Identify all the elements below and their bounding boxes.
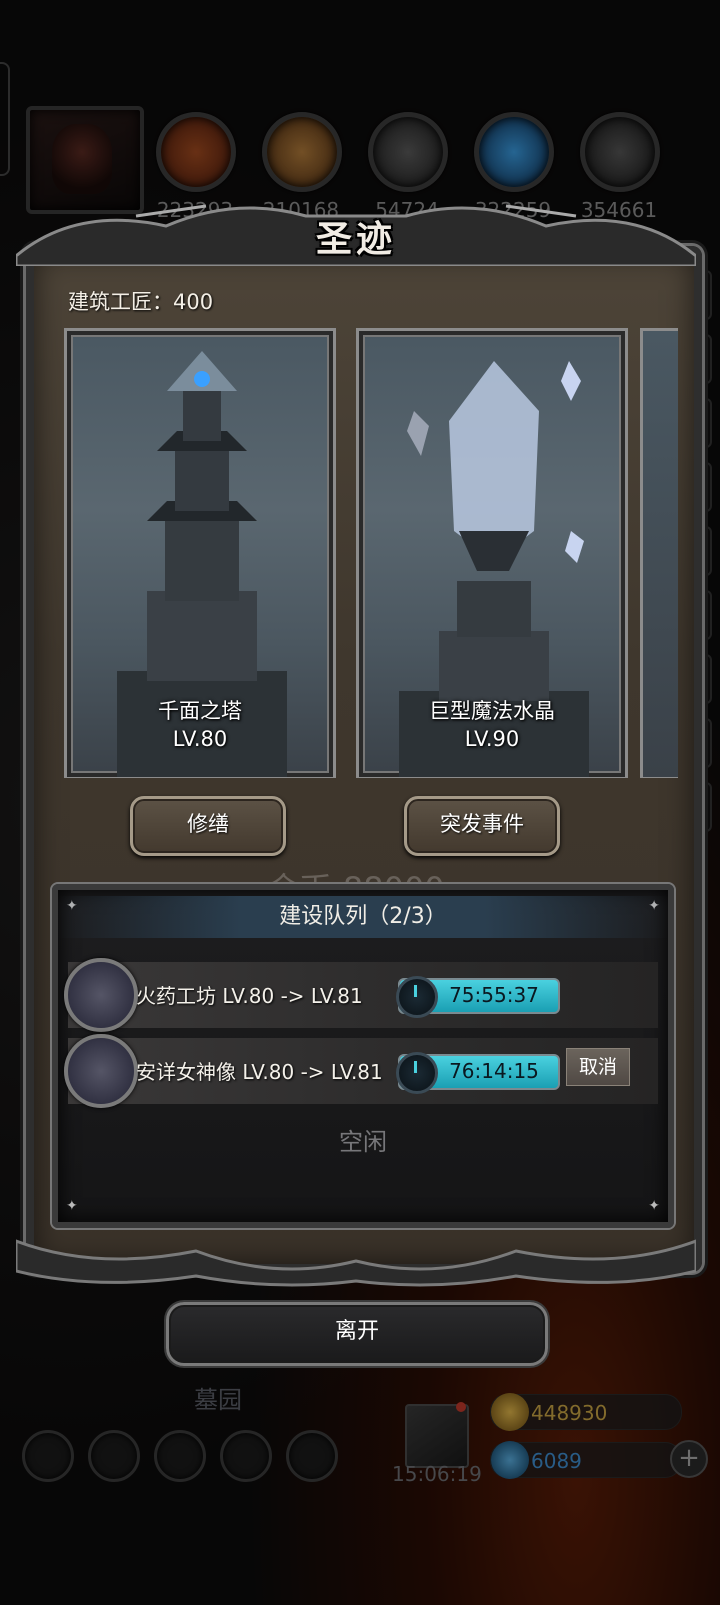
ornament-bottom <box>16 1239 696 1287</box>
relic-modal: 圣迹 建筑工匠：400 千面之塔 LV.80 巨型魔法水晶 LV.90 修缮 突… <box>16 196 702 1291</box>
workshop-icon <box>64 958 138 1032</box>
queue-header: 建设队列（2/3） <box>58 896 668 938</box>
clock-icon <box>396 1052 438 1094</box>
building-card-partial[interactable] <box>640 328 678 778</box>
modal-title: 圣迹 <box>315 218 396 260</box>
building-card[interactable]: 千面之塔 LV.80 <box>64 328 336 778</box>
queue-idle-slot[interactable]: 空闲 <box>58 1122 668 1157</box>
cancel-button[interactable]: 取消 <box>566 1048 630 1086</box>
building-level: LV.90 <box>464 727 520 751</box>
queue-item-text: 安详女神像 LV.80 -> LV.81 <box>136 1060 383 1084</box>
build-queue-panel: ✦ ✦ ✦ ✦ 建设队列（2/3） 火药工坊 LV.80 -> LV.81 75… <box>52 884 674 1228</box>
event-button[interactable]: 突发事件 <box>404 796 560 856</box>
building-name: 千面之塔 <box>158 699 242 723</box>
statue-icon <box>64 1034 138 1108</box>
timer-value: 75:55:37 <box>449 983 539 1007</box>
repair-button[interactable]: 修缮 <box>130 796 286 856</box>
building-name: 巨型魔法水晶 <box>429 699 555 723</box>
building-carousel[interactable]: 千面之塔 LV.80 巨型魔法水晶 LV.90 <box>64 328 678 778</box>
corner-star-icon: ✦ <box>66 1198 78 1214</box>
building-card[interactable]: 巨型魔法水晶 LV.90 <box>356 328 628 778</box>
queue-item[interactable]: 安详女神像 LV.80 -> LV.81 76:14:15 取消 <box>64 1034 658 1108</box>
leave-button[interactable]: 离开 <box>166 1302 548 1366</box>
building-level: LV.80 <box>172 727 228 751</box>
queue-timer[interactable]: 76:14:15 <box>396 1052 560 1094</box>
queue-item-text: 火药工坊 LV.80 -> LV.81 <box>136 984 363 1008</box>
corner-star-icon: ✦ <box>648 1198 660 1214</box>
builders-count: 建筑工匠：400 <box>68 290 214 314</box>
queue-timer[interactable]: 75:55:37 <box>396 976 560 1018</box>
timer-value: 76:14:15 <box>449 1059 539 1083</box>
clock-icon <box>396 976 438 1018</box>
queue-item[interactable]: 火药工坊 LV.80 -> LV.81 75:55:37 <box>64 958 658 1032</box>
